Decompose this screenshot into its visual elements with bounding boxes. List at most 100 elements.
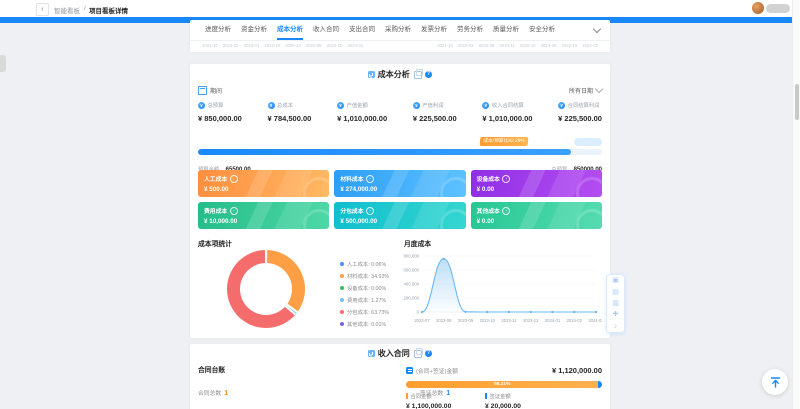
tab-invoice[interactable]: 发票分析 [416,20,452,40]
arrow-circle-icon: › [502,175,510,183]
date-range-select[interactable]: 所有日期 [569,86,602,95]
card-labor-cost[interactable]: 人工成本 › ¥ 500.00 [198,170,329,197]
card-other-cost[interactable]: 其他成本 › ¥ 0.00 [471,202,602,229]
coin-icon: ¥ [268,102,275,109]
username-pill[interactable] [766,4,790,13]
help-icon[interactable]: ? [425,350,433,358]
card-subcontract-cost[interactable]: 分包成本 › ¥ 500,000.00 [334,202,465,229]
tab-cost[interactable]: 成本分析 [272,20,308,40]
contract-ledger-title: 合同台账 [198,364,225,374]
card-material-cost[interactable]: 材料成本 › ¥ 274,000.00 [334,170,465,197]
note-icon[interactable]: ♪ [614,323,618,330]
cost-analysis-card: 成本分析 ? 期间 所有日期 ¥ 总预算 ¥ 850,000.00 ¥ 总成本 [190,64,610,338]
user-avatar[interactable] [752,2,764,14]
card-equipment-cost[interactable]: 设备成本 › ¥ 0.00 [471,170,602,197]
cost-section-header: 成本分析 ? [190,69,610,80]
income-section-header: 收入合同 ? [190,348,610,359]
copy-icon[interactable] [414,350,422,358]
chevron-down-icon [595,85,603,93]
tabs-overflow-chevron-icon[interactable] [593,24,601,32]
remaining-badge [574,138,602,146]
svg-text:200,000: 200,000 [403,296,419,301]
svg-text:2023-07: 2023-07 [414,318,430,323]
arrow-circle-icon: › [366,207,374,215]
total-amount-value: ¥ 1,120,000.00 [552,366,602,375]
arrow-circle-icon: › [230,175,238,183]
top-header-bar: ‹ 智能看板 / 项目看板详情 [0,0,800,17]
tab-nav-card: 进度分析 资金分析 成本分析 收入合同 支出合同 采购分析 发票分析 劳务分析 … [190,20,610,52]
svg-text:2023-08: 2023-08 [436,318,452,323]
cost-metrics-row: ¥ 总预算 ¥ 850,000.00 ¥ 总成本 ¥ 784,500.00 ¥ … [198,101,602,123]
residual-dates-right: 2021-10 2022-02 2023-08 2023-11 2020-12 … [437,43,598,48]
scrollbar-thumb[interactable] [795,84,799,120]
card-expense-cost[interactable]: 费用成本 › ¥ 10,000.00 [198,202,329,229]
legend-item: 设备成本: 0.00% [340,284,389,292]
breadcrumb-parent[interactable]: 智能看板 [54,5,80,15]
coin-icon: ¥ [413,102,420,109]
residual-dates-left: 2021-10 2022-02 2023-01 2022-10 2020-12 … [202,43,363,48]
dashboard-icon [368,71,375,78]
period-label: 期间 [210,86,222,95]
donut-legend: 人工成本: 0.06% 材料成本: 34.93% 设备成本: 0.00% 费用成… [340,260,389,328]
table-icon[interactable]: ▥ [612,300,619,307]
tab-procurement[interactable]: 采购分析 [380,20,416,40]
copy-icon[interactable] [414,71,422,79]
contract-count: 合同总数 1 [198,388,228,397]
cost-category-grid: 人工成本 › ¥ 500.00 材料成本 › ¥ 274,000.00 设备成本… [198,170,602,229]
analysis-tabs: 进度分析 资金分析 成本分析 收入合同 支出合同 采购分析 发票分析 劳务分析 … [190,20,610,41]
income-section-title: 收入合同 [378,348,410,359]
help-icon[interactable]: ? [425,71,433,79]
svg-text:2024-02: 2024-02 [567,318,583,323]
tab-expense-contract[interactable]: 支出合同 [344,20,380,40]
image-icon[interactable]: ▤ [612,289,619,296]
coin-icon: ¥ [482,102,489,109]
scrollbar-track [792,0,800,409]
layers-icon[interactable]: ▣ [612,277,619,284]
coin-icon: ¥ [558,102,565,109]
back-to-top-button[interactable] [762,369,788,395]
legend-item: 分包成本: 63.73% [340,308,389,316]
svg-text:2023-09: 2023-09 [458,318,474,323]
arrow-circle-icon: › [230,207,238,215]
arrow-circle-icon: › [502,207,510,215]
contract-amount-row: (合同+签证)金额 ¥ 1,120,000.00 [406,366,602,375]
cost-budget-ratio-badge: 成本/预算比92.29% [480,137,529,146]
svg-text:600,000: 600,000 [403,268,419,273]
donut-chart-title: 成本项统计 [198,238,232,248]
tab-labor[interactable]: 劳务分析 [452,20,488,40]
metric-settlement-profit: ¥ 合同结算利润 ¥ 225,500.00 [558,101,602,123]
metric-total-cost: ¥ 总成本 ¥ 784,500.00 [268,101,312,123]
drawer-handle[interactable] [0,55,6,72]
legend-item: 人工成本: 0.06% [340,260,389,268]
monthly-cost-chart: 0200,000400,000600,000800,0002023-072023… [402,250,602,330]
tab-progress[interactable]: 进度分析 [200,20,236,40]
tab-funds[interactable]: 资金分析 [236,20,272,40]
legend-item: 材料成本: 34.93% [340,272,389,280]
metric-total-budget: ¥ 总预算 ¥ 850,000.00 [198,101,242,123]
calendar-icon [198,86,207,95]
back-button[interactable]: ‹ [36,3,49,16]
svg-text:2024-03: 2024-03 [588,318,602,323]
coin-icon: ¥ [198,102,205,109]
metric-output-profit: ¥ 产值利润 ¥ 225,500.00 [413,101,457,123]
visa-amount-segment [598,381,602,388]
cost-donut-chart [227,250,305,328]
coin-icon: ¥ [337,102,344,109]
svg-text:2023-10: 2023-10 [480,318,496,323]
tab-income-contract[interactable]: 收入合同 [308,20,344,40]
arrow-circle-icon: › [366,175,374,183]
svg-text:2023-12: 2023-12 [523,318,539,323]
tab-safety[interactable]: 安全分析 [524,20,560,40]
tab-quality[interactable]: 质量分析 [488,20,524,40]
budget-progress-bar [198,149,602,155]
breadcrumb-separator: / [84,5,86,12]
visa-amount-legend: 签证金额 ¥ 20,000.00 [485,392,521,409]
metric-income-settlement: ¥ 收入合同结算 ¥ 1,010,000.00 [482,101,532,123]
period-filter: 期间 [198,86,222,95]
legend-item: 其他成本: 0.01% [340,320,389,328]
date-range-value[interactable]: 所有日期 [569,86,593,95]
amount-list-icon [406,367,413,374]
plus-icon[interactable]: ✚ [613,311,619,318]
breadcrumb-current: 项目看板详情 [89,5,128,15]
svg-text:800,000: 800,000 [403,254,419,259]
